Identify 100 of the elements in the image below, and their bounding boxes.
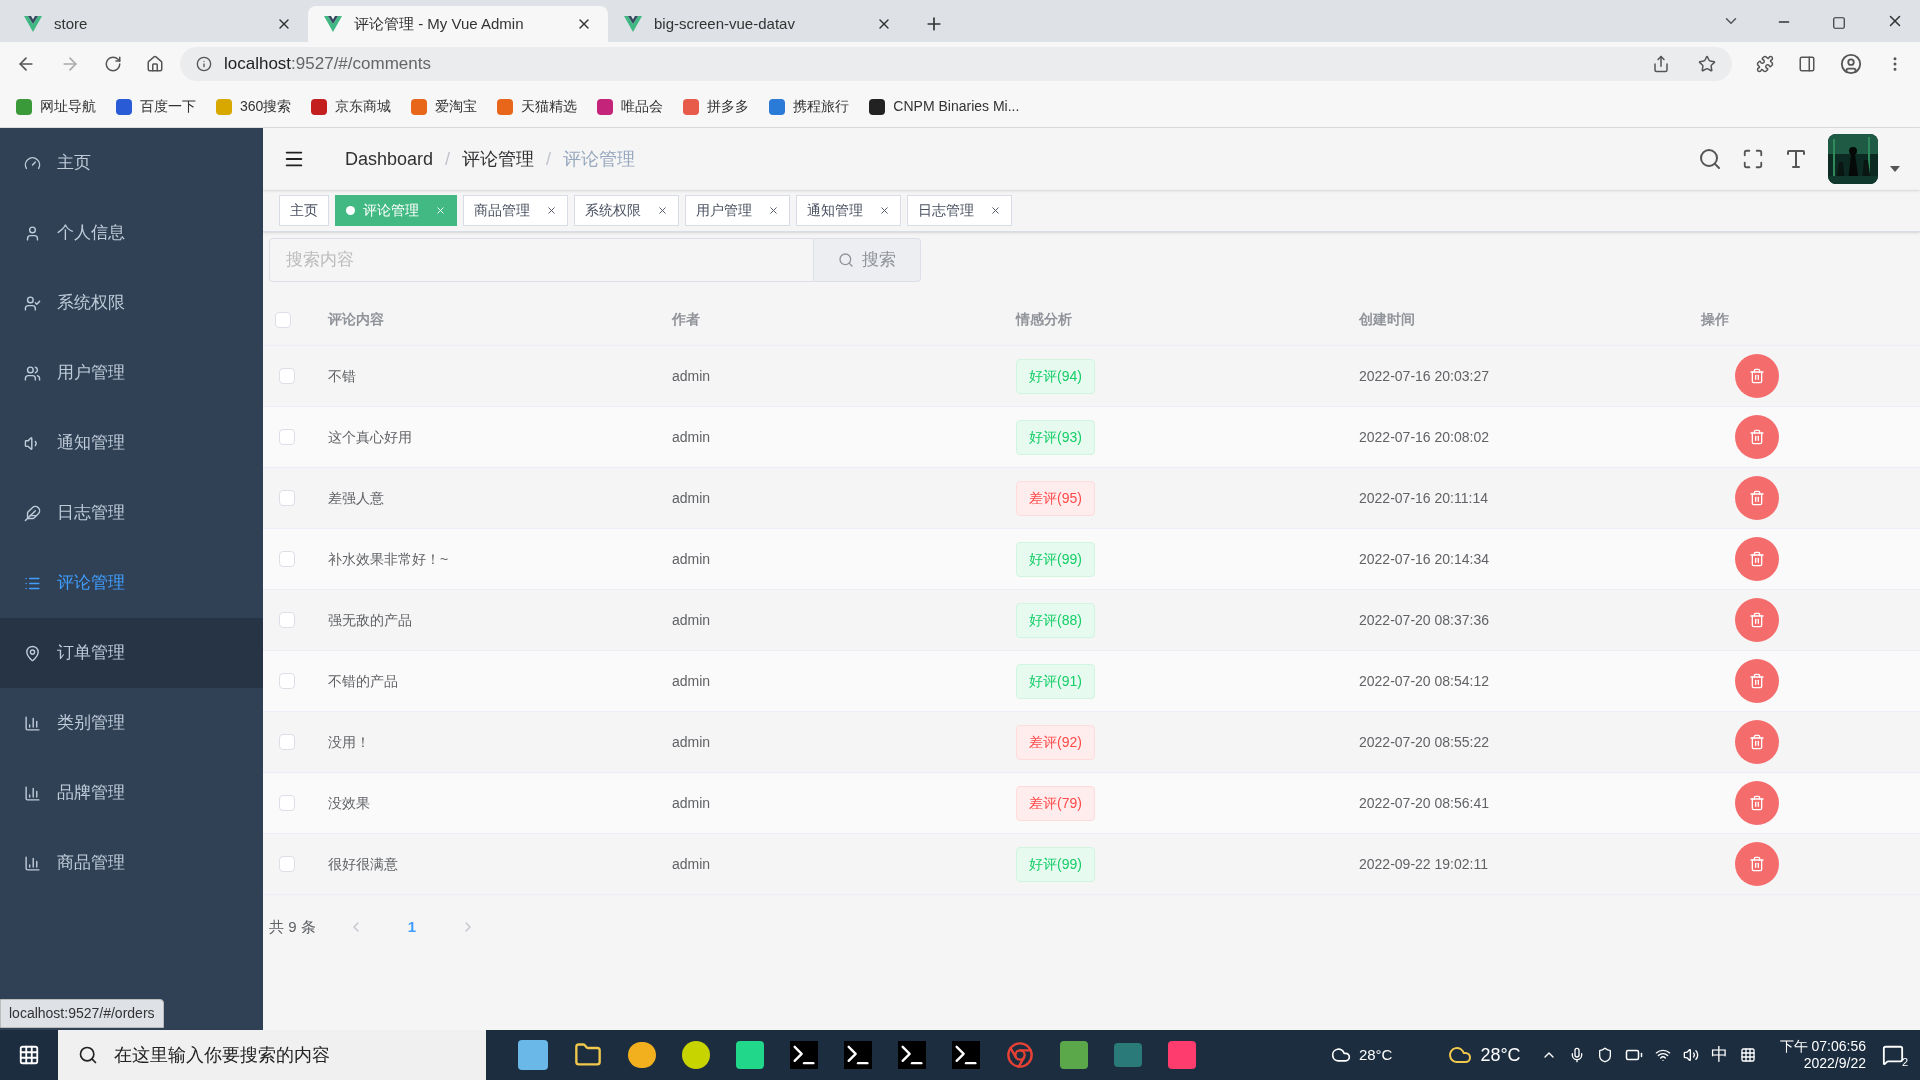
close-icon[interactable] — [768, 205, 779, 216]
tag[interactable]: 主页 — [279, 195, 329, 226]
delete-button[interactable] — [1735, 354, 1779, 398]
share-icon[interactable] — [1652, 55, 1670, 73]
sidebar-item[interactable]: 类别管理 — [0, 688, 263, 758]
sidebar-item[interactable]: 通知管理 — [0, 408, 263, 478]
delete-button[interactable] — [1735, 415, 1779, 459]
keyboard-icon[interactable] — [1739, 1047, 1756, 1063]
close-icon[interactable] — [657, 205, 668, 216]
delete-button[interactable] — [1735, 537, 1779, 581]
table-cell: admin — [672, 855, 711, 872]
breadcrumb-item[interactable]: 评论管理 — [462, 145, 535, 173]
restore-icon[interactable] — [1832, 16, 1846, 30]
delete-button[interactable] — [1735, 476, 1779, 520]
close-icon[interactable] — [990, 205, 1001, 216]
terminal-icon[interactable] — [844, 1041, 872, 1069]
checkbox[interactable] — [279, 368, 295, 384]
checkbox[interactable] — [279, 490, 295, 506]
delete-button[interactable] — [1735, 781, 1779, 825]
v-logo-icon — [24, 16, 42, 32]
delete-button[interactable] — [1735, 842, 1779, 886]
table-cell: 不错 — [328, 367, 356, 384]
bookmark-icon — [683, 98, 700, 115]
table-cell: 2022-07-20 08:37:36 — [1359, 611, 1489, 628]
checkbox[interactable] — [279, 673, 295, 689]
star-icon[interactable] — [1698, 55, 1716, 73]
tab-title: big-screen-vue-datav — [654, 13, 796, 34]
table-cell: 2022-07-20 08:56:41 — [1359, 794, 1489, 811]
sidebar-item[interactable]: 评论管理 — [0, 548, 263, 618]
sidebar-item[interactable]: 用户管理 — [0, 338, 263, 408]
font-size-icon[interactable] — [1784, 147, 1808, 171]
start-icon[interactable] — [18, 1044, 40, 1066]
bookmark[interactable]: 爱淘宝 — [411, 96, 478, 117]
sentiment-tag: 好评(93) — [1016, 419, 1095, 455]
sidebar-item[interactable]: 商品管理 — [0, 828, 263, 898]
tag[interactable]: 商品管理 — [463, 195, 568, 226]
sidebar-item[interactable]: 订单管理 — [0, 618, 263, 688]
search-icon[interactable] — [1698, 147, 1722, 171]
browser-tab[interactable]: store — [8, 6, 308, 42]
sentiment-tag: 差评(92) — [1016, 724, 1095, 760]
caret-icon[interactable] — [1890, 166, 1900, 172]
bookmark[interactable]: 携程旅行 — [769, 96, 850, 117]
checkbox[interactable] — [275, 311, 291, 328]
search-field[interactable]: 搜索内容 — [269, 238, 814, 282]
reload-icon[interactable] — [104, 55, 122, 73]
terminal-icon[interactable] — [790, 1041, 818, 1069]
tab-title: store — [54, 13, 89, 34]
close-icon[interactable] — [546, 205, 557, 216]
terminal-icon[interactable] — [898, 1041, 926, 1069]
bookmark[interactable]: 天猫精选 — [497, 96, 578, 117]
sidebar-item[interactable]: 系统权限 — [0, 268, 263, 338]
app-icon[interactable] — [682, 1041, 710, 1069]
volume-icon[interactable] — [1682, 1047, 1699, 1063]
sidebar-item[interactable]: 品牌管理 — [0, 758, 263, 828]
tag[interactable]: 系统权限 — [574, 195, 679, 226]
delete-button[interactable] — [1735, 720, 1779, 764]
table-cell: admin — [672, 550, 711, 567]
bookmark[interactable]: 京东商城 — [311, 96, 392, 117]
tag[interactable]: 通知管理 — [796, 195, 901, 226]
app-icon[interactable] — [628, 1042, 656, 1068]
checkbox[interactable] — [279, 612, 295, 628]
browser-tab[interactable]: big-screen-vue-datav — [608, 6, 908, 42]
close-icon[interactable] — [879, 205, 890, 216]
tag[interactable]: 用户管理 — [685, 195, 790, 226]
shield-icon[interactable] — [1596, 1047, 1613, 1063]
bookmark[interactable]: 360搜索 — [216, 96, 292, 117]
ime-indicator[interactable]: 中 — [1710, 1042, 1728, 1068]
browser-icon[interactable] — [1006, 1041, 1034, 1069]
bookmark[interactable]: CNPM Binaries Mi... — [869, 96, 1020, 117]
table-cell: admin — [672, 794, 711, 811]
side-panel-icon[interactable] — [1798, 55, 1816, 73]
checkbox[interactable] — [279, 856, 295, 872]
sidebar-item[interactable]: 个人信息 — [0, 198, 263, 268]
address-bar[interactable]: localhost:9527/#/comments — [180, 47, 1732, 81]
profile-icon[interactable] — [1840, 53, 1862, 75]
checkbox[interactable] — [279, 551, 295, 567]
extensions-icon[interactable] — [1756, 55, 1774, 73]
delete-button[interactable] — [1735, 598, 1779, 642]
column-header: 创建时间 — [1359, 311, 1415, 327]
fullscreen-icon[interactable] — [1742, 148, 1764, 170]
home-icon[interactable] — [146, 55, 164, 73]
terminal-icon[interactable] — [952, 1041, 980, 1069]
bookmark[interactable]: 网址导航 — [16, 96, 96, 117]
wifi-icon[interactable] — [1654, 1047, 1671, 1063]
bookmark[interactable]: 拼多多 — [683, 96, 750, 117]
folder-icon[interactable] — [574, 1041, 602, 1069]
menu-item-icon — [24, 644, 41, 662]
checkbox[interactable] — [279, 429, 295, 445]
checkbox[interactable] — [279, 795, 295, 811]
bookmark[interactable]: 百度一下 — [116, 96, 196, 117]
sidebar-item[interactable]: 主页 — [0, 128, 263, 198]
table-cell: admin — [672, 489, 711, 506]
delete-button[interactable] — [1735, 659, 1779, 703]
tag[interactable]: 日志管理 — [907, 195, 1012, 226]
sidebar-item[interactable]: 日志管理 — [0, 478, 263, 548]
checkbox[interactable] — [279, 734, 295, 750]
bookmark[interactable]: 唯品会 — [597, 96, 664, 117]
taskbar-search-field[interactable]: 在这里输入你要搜索的内容 — [58, 1030, 486, 1080]
browser-tab[interactable]: 评论管理 - My Vue Admin — [308, 6, 608, 42]
breadcrumb-item[interactable]: Dashboard — [345, 145, 434, 173]
